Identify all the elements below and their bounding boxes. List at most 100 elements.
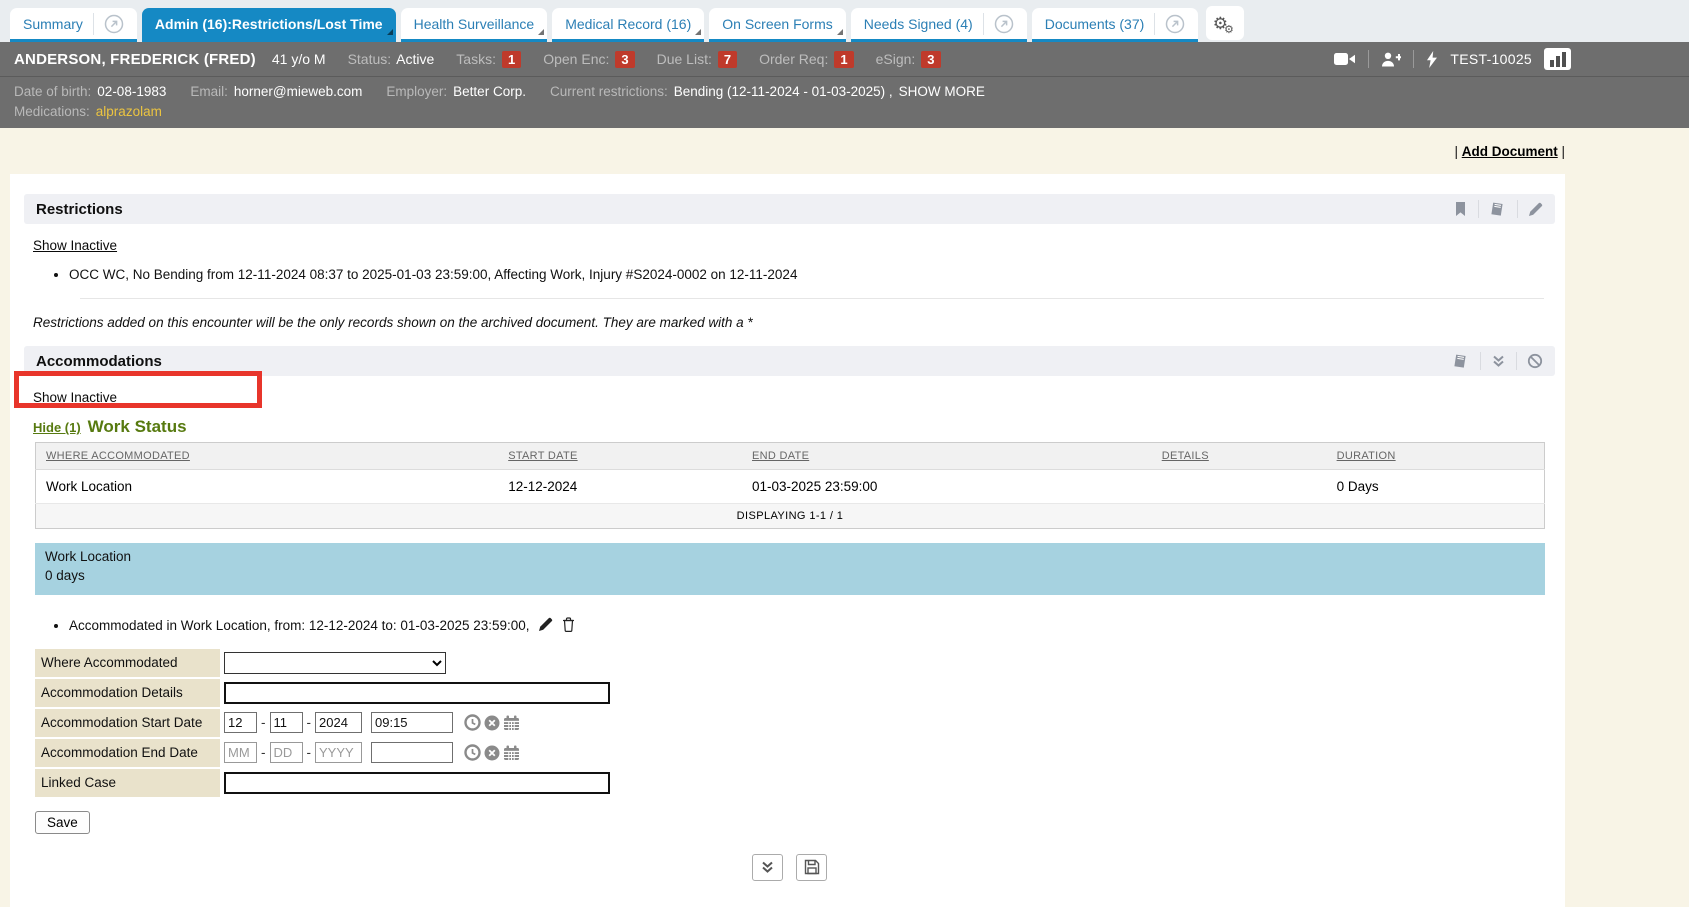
cell-details <box>1152 470 1327 504</box>
divider <box>1516 352 1517 370</box>
counter-open-enc: Open Enc: 3 <box>543 51 634 68</box>
medications-value[interactable]: alprazolam <box>96 104 162 119</box>
pencil-icon[interactable] <box>1528 202 1543 217</box>
cell-duration: 0 Days <box>1327 470 1545 504</box>
open-in-new-icon[interactable] <box>1165 14 1185 34</box>
bookmark-icon[interactable] <box>1453 201 1468 217</box>
accommodation-details-input[interactable] <box>224 682 610 704</box>
open-in-new-icon[interactable] <box>994 14 1014 34</box>
table-footer-row: DISPLAYING 1-1 / 1 <box>36 504 1545 529</box>
tasks-badge[interactable]: 1 <box>502 51 521 68</box>
bar-chart-icon[interactable] <box>1544 48 1571 70</box>
clear-circle-icon[interactable] <box>484 715 500 731</box>
order-req-badge[interactable]: 1 <box>834 51 853 68</box>
calendar-icon[interactable] <box>503 745 520 761</box>
tab-admin-restrictions[interactable]: Admin (16):Restrictions/Lost Time <box>142 8 396 42</box>
tab-divider <box>93 13 94 35</box>
tab-label: Documents (37) <box>1045 16 1145 32</box>
gear-icon: ⚙⚙ <box>1213 15 1238 32</box>
medications-label: Medications: <box>14 104 90 119</box>
dob-label: Date of birth: <box>14 84 91 99</box>
counter-due-list: Due List: 7 <box>657 51 737 68</box>
tab-needs-signed[interactable]: Needs Signed (4) <box>851 8 1027 42</box>
calendar-icon[interactable] <box>503 715 520 731</box>
patient-header-actions: TEST-10025 <box>1334 48 1675 70</box>
patient-id: TEST-10025 <box>1450 51 1532 67</box>
clock-icon[interactable] <box>464 744 481 761</box>
restrictions-show-inactive-link[interactable]: Show Inactive <box>33 238 117 253</box>
show-more-link[interactable]: SHOW MORE <box>899 84 985 99</box>
end-time-input[interactable] <box>371 742 453 763</box>
settings-button[interactable]: ⚙⚙ <box>1206 6 1244 40</box>
esign-badge[interactable]: 3 <box>921 51 940 68</box>
save-button[interactable]: Save <box>35 811 90 834</box>
lightning-icon[interactable] <box>1426 51 1438 68</box>
end-day-input[interactable] <box>270 742 303 763</box>
start-day-input[interactable] <box>270 712 303 733</box>
table-row[interactable]: Work Location 12-12-2024 01-03-2025 23:5… <box>36 470 1545 504</box>
tab-summary[interactable]: Summary <box>10 8 137 42</box>
counter-tasks: Tasks: 1 <box>456 51 521 68</box>
accommodations-show-inactive-link[interactable]: Show Inactive <box>33 390 117 405</box>
clock-icon[interactable] <box>464 714 481 731</box>
column-where-accommodated[interactable]: WHERE ACCOMMODATED <box>36 443 499 470</box>
accommodation-details-label: Accommodation Details <box>35 679 220 707</box>
content-panel: Restrictions Show Inactive OCC WC, No Be… <box>10 174 1565 907</box>
tab-label: Needs Signed (4) <box>864 16 973 32</box>
cell-where: Work Location <box>36 470 499 504</box>
tab-documents[interactable]: Documents (37) <box>1032 8 1199 42</box>
start-year-input[interactable] <box>315 712 362 733</box>
where-accommodated-select[interactable] <box>224 652 446 674</box>
divider <box>1413 50 1414 68</box>
start-month-input[interactable] <box>224 712 257 733</box>
end-month-input[interactable] <box>224 742 257 763</box>
current-restrictions-value: Bending (12-11-2024 - 01-03-2025) , <box>674 84 893 99</box>
divider-line <box>80 298 1544 299</box>
add-document-link[interactable]: Add Document <box>1462 144 1558 159</box>
end-year-input[interactable] <box>315 742 362 763</box>
save-disk-icon <box>804 859 820 875</box>
book-icon[interactable] <box>1489 201 1507 217</box>
trash-icon[interactable] <box>562 617 575 632</box>
column-end-date[interactable]: END DATE <box>742 443 1152 470</box>
accommodation-end-date-label: Accommodation End Date <box>35 739 220 767</box>
divider <box>1368 50 1369 68</box>
restriction-item: OCC WC, No Bending from 12-11-2024 08:37… <box>69 267 1555 282</box>
double-chevron-down-icon <box>760 860 775 874</box>
edit-pencil-icon[interactable] <box>538 617 553 632</box>
column-start-date[interactable]: START DATE <box>498 443 742 470</box>
pipe: | <box>1561 144 1565 159</box>
double-chevron-down-icon[interactable] <box>1491 354 1506 368</box>
open-in-new-icon[interactable] <box>104 14 124 34</box>
restrictions-list: OCC WC, No Bending from 12-11-2024 08:37… <box>51 267 1555 282</box>
tab-divider <box>983 13 984 35</box>
tab-medical-record[interactable]: Medical Record (16) <box>552 8 704 42</box>
hide-count-link[interactable]: Hide (1) <box>33 420 81 435</box>
divider <box>1480 352 1481 370</box>
due-list-badge[interactable]: 7 <box>718 51 737 68</box>
clear-circle-icon[interactable] <box>484 745 500 761</box>
patient-status: Status: Active <box>348 51 435 67</box>
add-person-icon[interactable] <box>1381 52 1401 67</box>
linked-case-input[interactable] <box>224 772 610 794</box>
column-details[interactable]: DETAILS <box>1152 443 1327 470</box>
employer-value: Better Corp. <box>453 84 526 99</box>
video-camera-icon[interactable] <box>1334 52 1356 66</box>
column-duration[interactable]: DURATION <box>1327 443 1545 470</box>
accommodation-entry-text: Accommodated in Work Location, from: 12-… <box>69 618 530 633</box>
current-restrictions-label: Current restrictions: <box>550 84 668 99</box>
open-enc-badge[interactable]: 3 <box>615 51 634 68</box>
no-symbol-icon[interactable] <box>1527 353 1543 369</box>
tab-health-surveillance[interactable]: Health Surveillance <box>401 8 548 42</box>
patient-header-bar: ANDERSON, FREDERICK (FRED) 41 y/o M Stat… <box>0 42 1689 76</box>
divider <box>1517 200 1518 218</box>
tab-on-screen-forms[interactable]: On Screen Forms <box>709 8 845 42</box>
banner-line1: Work Location <box>45 548 1535 567</box>
start-time-input[interactable] <box>371 712 453 733</box>
counter-order-req: Order Req: 1 <box>759 51 853 68</box>
accommodations-section-header: Accommodations <box>24 346 1555 376</box>
document-actions-row: | Add Document | <box>10 144 1565 168</box>
page-body: | Add Document | Restrictions Show Inact… <box>0 128 1689 907</box>
book-icon[interactable] <box>1452 353 1470 369</box>
linked-case-label: Linked Case <box>35 769 220 797</box>
